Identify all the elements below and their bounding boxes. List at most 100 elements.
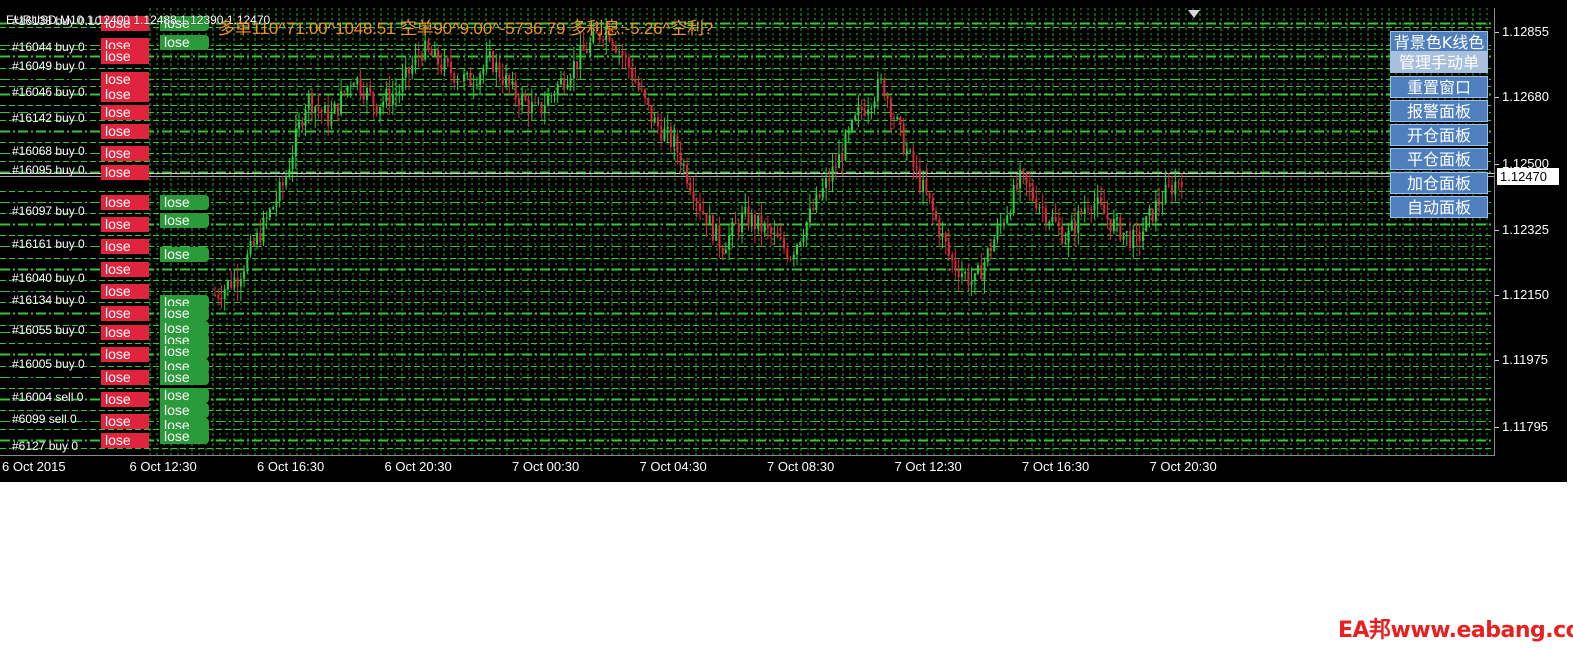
time-axis[interactable]: 6 Oct 2015 6 Oct 12:30 6 Oct 16:30 6 Oct 20…: [0, 456, 1494, 480]
candle-body: [511, 80, 514, 85]
candle-body: [239, 279, 242, 287]
lose-tag-green[interactable]: lose: [160, 306, 209, 322]
candle-body: [1167, 184, 1170, 186]
candle-body: [618, 51, 621, 53]
lose-tag-red[interactable]: lose: [101, 392, 149, 408]
candle-body: [556, 84, 559, 95]
lose-tag-green[interactable]: lose: [160, 429, 209, 445]
order-label: #6099 sell 0: [12, 412, 77, 427]
candle-body: [343, 90, 346, 93]
candle-body: [993, 239, 996, 252]
candle-body: [750, 214, 753, 227]
bg-kline-color-button[interactable]: 背景色K线色: [1390, 31, 1488, 53]
candle-body: [741, 213, 744, 233]
candle-body: [983, 261, 986, 280]
time-tick-label: 6 Oct 16:30: [257, 459, 325, 474]
candle-body: [631, 67, 634, 80]
candle-body: [372, 92, 375, 105]
candle-body: [563, 78, 566, 89]
lose-tag-green[interactable]: lose: [160, 213, 209, 229]
alert-panel-button[interactable]: 报警面板: [1390, 100, 1488, 122]
candle-body: [676, 135, 679, 153]
lose-tag-green[interactable]: lose: [160, 194, 209, 210]
candle-body: [602, 39, 604, 41]
lose-tag-red[interactable]: lose: [101, 146, 149, 162]
candle-body: [579, 45, 582, 69]
lose-tag-red[interactable]: lose: [101, 217, 149, 233]
candle-body: [721, 248, 724, 254]
price-tick-mark: [1495, 164, 1499, 166]
close-position-panel-button[interactable]: 平仓面板: [1390, 148, 1488, 170]
lose-tag-green[interactable]: lose: [160, 388, 209, 404]
candle-body: [275, 201, 278, 208]
candle-body: [349, 85, 352, 87]
candle-body: [640, 88, 643, 90]
candle-body: [1122, 232, 1125, 240]
candle-body: [246, 254, 249, 272]
candle-body: [821, 187, 824, 198]
price-chart-area[interactable]: [0, 8, 1495, 456]
candle-body: [362, 93, 365, 100]
candle-body: [1061, 226, 1064, 244]
candle-body: [420, 56, 423, 60]
candle-body: [805, 222, 808, 238]
lose-tag-red[interactable]: lose: [101, 86, 149, 102]
candle-body: [462, 74, 465, 82]
lose-tag-red[interactable]: lose: [101, 239, 149, 255]
lose-tag-red[interactable]: lose: [101, 414, 149, 430]
candle-body: [1002, 223, 1005, 225]
candle-body: [763, 223, 766, 232]
candle-body: [323, 105, 326, 113]
candle-body: [663, 128, 666, 141]
lose-tag-green[interactable]: lose: [160, 34, 209, 50]
auto-panel-button[interactable]: 自动面板: [1390, 196, 1488, 218]
price-tick-mark: [1495, 32, 1499, 34]
lose-tag-red[interactable]: lose: [101, 369, 149, 385]
candle-body: [951, 254, 954, 261]
chart-shift-marker-icon[interactable]: [1188, 10, 1200, 18]
candle-body: [841, 154, 844, 161]
lose-tag-green[interactable]: lose: [160, 403, 209, 419]
candle-body: [265, 217, 268, 219]
manage-manual-orders-button[interactable]: 管理手动单: [1390, 51, 1488, 73]
price-axis[interactable]: 1.12855 1.12680 1.12500 1.12325 1.12150 1.119…: [1495, 8, 1567, 455]
lose-tag-red[interactable]: lose: [101, 123, 149, 139]
lose-tag-red[interactable]: lose: [101, 325, 149, 341]
lose-tag-green[interactable]: lose: [160, 369, 209, 385]
lose-tag-green[interactable]: lose: [160, 246, 209, 262]
candle-body: [479, 74, 482, 85]
candle-body: [967, 271, 970, 285]
candle-body: [301, 121, 304, 126]
candle-body: [718, 225, 721, 249]
lose-tag-red[interactable]: lose: [101, 194, 149, 210]
candle-body: [498, 62, 501, 78]
lose-tag-red[interactable]: lose: [101, 71, 149, 87]
lose-tag-red[interactable]: lose: [101, 261, 149, 277]
lose-tag-red[interactable]: lose: [101, 433, 149, 449]
lose-tag-red[interactable]: lose: [101, 284, 149, 300]
lose-tag-red[interactable]: lose: [101, 49, 149, 65]
chart-window[interactable]: EURUSD,M10 1.12400 1.12488 1.12390 1.124…: [0, 0, 1567, 482]
candle-body: [1054, 217, 1057, 222]
candle-body: [744, 206, 747, 214]
candle-body: [1009, 213, 1012, 216]
candle-body: [1141, 231, 1144, 242]
candle-body: [547, 95, 550, 106]
lose-tag-green[interactable]: lose: [160, 343, 209, 359]
candle-body: [621, 51, 624, 57]
candle-body: [699, 203, 701, 211]
candle-body: [679, 152, 682, 166]
open-position-panel-button[interactable]: 开仓面板: [1390, 124, 1488, 146]
lose-tag-red[interactable]: lose: [101, 105, 149, 121]
lose-tag-red[interactable]: lose: [101, 164, 149, 180]
candle-body: [298, 121, 301, 129]
candle-body: [1080, 211, 1083, 214]
order-label: #6127 buy 0: [12, 438, 79, 453]
candle-body: [1119, 217, 1122, 240]
lose-tag-red[interactable]: lose: [101, 347, 149, 363]
candle-body: [766, 223, 769, 228]
time-tick-label: 6 Oct 20:30: [384, 459, 452, 474]
lose-tag-red[interactable]: lose: [101, 306, 149, 322]
reset-window-button[interactable]: 重置窗口: [1390, 76, 1488, 98]
add-position-panel-button[interactable]: 加仓面板: [1390, 172, 1488, 194]
